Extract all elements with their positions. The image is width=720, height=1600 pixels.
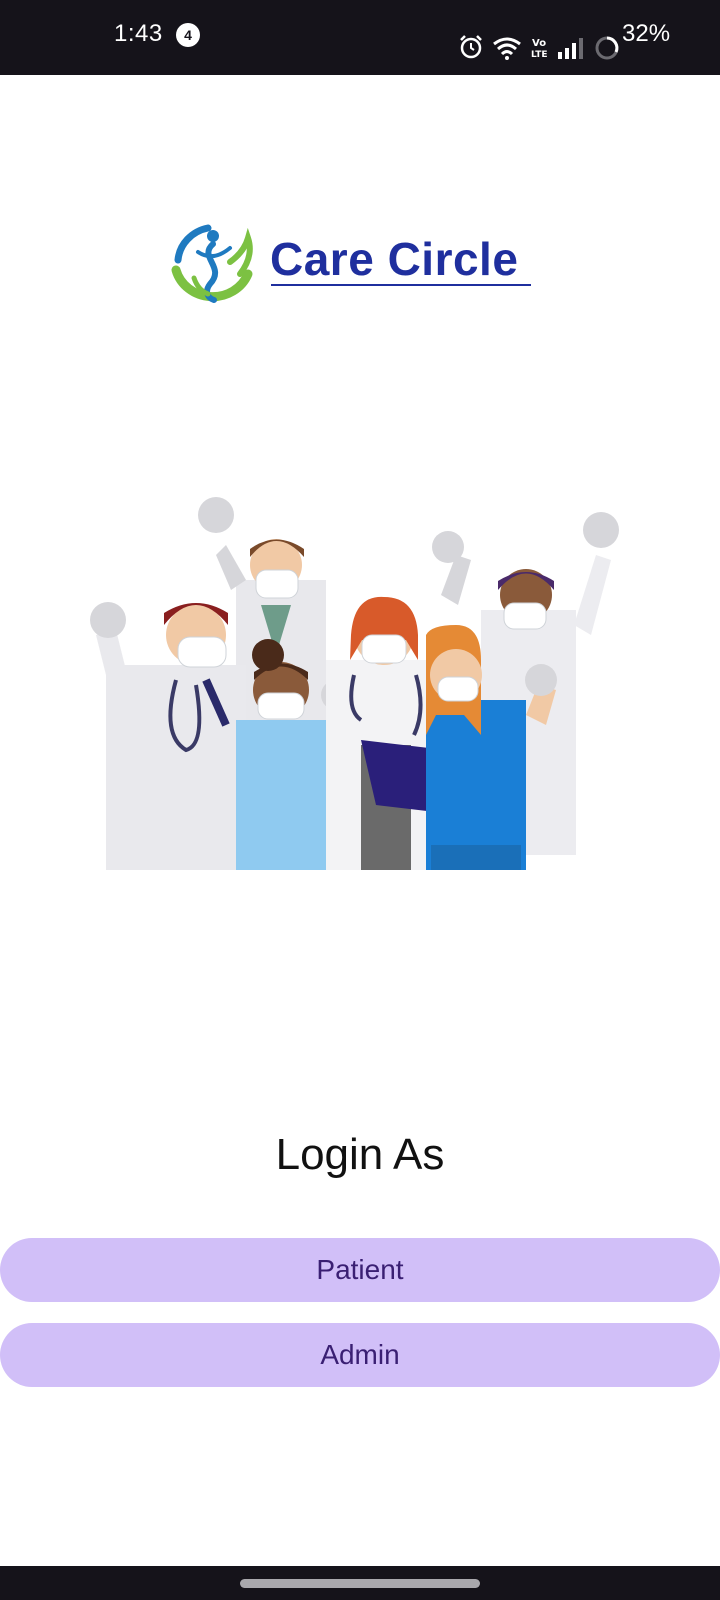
admin-login-button[interactable]: Admin <box>0 1323 720 1387</box>
app-logo: Care Circle <box>168 222 538 306</box>
app-name: Care Circle <box>270 233 519 285</box>
notification-count-badge: 4 <box>176 23 200 47</box>
svg-text:Vo: Vo <box>532 38 546 49</box>
care-circle-logo-icon <box>171 224 253 303</box>
signal-icon <box>558 38 583 59</box>
svg-text:LTE: LTE <box>531 50 547 60</box>
doctors-group-illustration <box>90 497 619 870</box>
volte-icon: Vo LTE <box>531 38 547 60</box>
admin-button-label: Admin <box>320 1339 400 1370</box>
patient-button-label: Patient <box>316 1254 404 1285</box>
patient-login-button[interactable]: Patient <box>0 1238 720 1302</box>
login-as-title: Login As <box>275 1130 445 1179</box>
app-name-underline <box>271 284 531 286</box>
battery-percent: 32% <box>622 20 671 47</box>
status-bar: 1:43 4 Vo LTE 32% <box>0 0 720 75</box>
battery-icon <box>595 36 619 60</box>
alarm-icon <box>460 35 482 59</box>
wifi-icon <box>493 37 521 60</box>
navigation-bar <box>0 1566 720 1600</box>
status-time: 1:43 <box>114 20 163 47</box>
home-gesture-handle[interactable] <box>240 1579 480 1588</box>
